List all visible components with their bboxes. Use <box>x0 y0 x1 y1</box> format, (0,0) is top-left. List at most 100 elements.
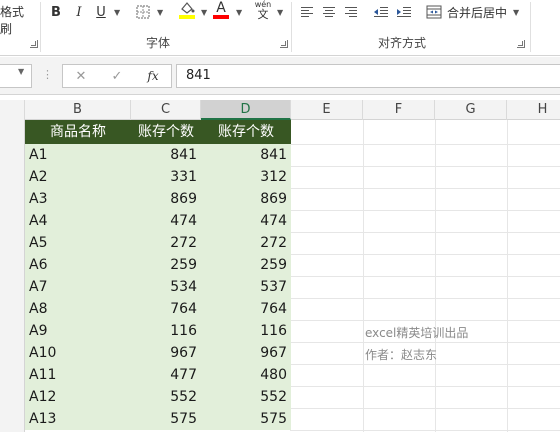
product-name-cell[interactable]: A11 <box>25 364 131 386</box>
product-name-cell[interactable]: A9 <box>25 320 131 342</box>
product-name-cell[interactable]: A2 <box>25 166 131 188</box>
borders-dropdown-icon[interactable]: ▼ <box>157 8 163 17</box>
product-name-cell[interactable]: A10 <box>25 342 131 364</box>
ribbon-separator <box>530 2 531 52</box>
product-name-cell[interactable]: A12 <box>25 386 131 408</box>
italic-button[interactable]: I <box>70 2 88 22</box>
product-name-cell[interactable]: A7 <box>25 276 131 298</box>
cancel-entry-button[interactable]: ✕ <box>63 69 99 84</box>
column-header-row: B C D E F G H <box>0 100 560 120</box>
stock-count-c-cell[interactable]: 764 <box>131 298 201 320</box>
stock-count-c-cell[interactable]: 116 <box>131 320 201 342</box>
stock-count-c-cell[interactable]: 259 <box>131 254 201 276</box>
dialog-launcher-alignment-icon[interactable] <box>517 40 525 48</box>
phonetic-dropdown-icon[interactable]: ▼ <box>277 8 283 17</box>
stock-count-d-cell[interactable]: 116 <box>201 320 291 342</box>
gridline <box>290 320 560 321</box>
stock-count-c-cell[interactable]: 967 <box>131 342 201 364</box>
gridline <box>290 276 560 277</box>
stock-count-d-cell[interactable]: 575 <box>201 408 291 430</box>
stock-count-c-cell[interactable]: 477 <box>131 364 201 386</box>
gridline <box>290 386 560 387</box>
table-header-cell[interactable]: 账存个数 <box>131 120 201 144</box>
product-name-cell[interactable]: A13 <box>25 408 131 430</box>
confirm-entry-button[interactable]: ✓ <box>99 69 135 84</box>
increase-indent-icon[interactable] <box>394 2 414 22</box>
gridline <box>290 144 560 145</box>
stock-count-d-cell[interactable]: 869 <box>201 188 291 210</box>
stock-count-d-cell[interactable]: 764 <box>201 298 291 320</box>
stock-count-d-cell[interactable]: 312 <box>201 166 291 188</box>
product-name-cell[interactable]: A6 <box>25 254 131 276</box>
fill-color-dropdown-icon[interactable]: ▼ <box>201 8 207 17</box>
gridline <box>290 298 560 299</box>
stock-count-d-cell[interactable]: 474 <box>201 210 291 232</box>
merge-center-button[interactable]: 合并后居中 <box>446 2 508 22</box>
align-right-icon[interactable] <box>342 2 360 22</box>
stock-count-c-cell[interactable]: 841 <box>131 144 201 166</box>
gridline <box>290 210 560 211</box>
product-name-cell[interactable]: A3 <box>25 188 131 210</box>
table-header-cell[interactable]: 商品名称 <box>25 120 131 144</box>
align-center-icon[interactable] <box>320 2 338 22</box>
row-header-strip[interactable] <box>0 120 25 432</box>
formula-input[interactable]: 841 <box>176 64 560 88</box>
select-all-corner[interactable] <box>0 100 25 120</box>
font-color-dropdown-icon[interactable]: ▼ <box>236 8 242 17</box>
product-name-cell[interactable]: A1 <box>25 144 131 166</box>
gridline <box>290 188 560 189</box>
phonetic-glyph: 文 <box>257 8 269 21</box>
stock-count-c-cell[interactable]: 474 <box>131 210 201 232</box>
stock-count-c-cell[interactable]: 331 <box>131 166 201 188</box>
format-painter-label[interactable]: 格式刷 <box>0 5 32 36</box>
column-header-h[interactable]: H <box>507 100 560 120</box>
table-header-cell[interactable]: 账存个数 <box>201 120 291 144</box>
font-color-glyph: A <box>216 0 226 16</box>
dialog-launcher-font-clipboard-icon[interactable] <box>30 40 38 48</box>
dialog-launcher-font-icon[interactable] <box>280 40 288 48</box>
merge-center-icon[interactable] <box>424 2 444 22</box>
name-box-dropdown-icon[interactable]: ▼ <box>18 67 24 76</box>
column-header-b[interactable]: B <box>25 100 131 120</box>
stock-count-c-cell[interactable]: 552 <box>131 386 201 408</box>
stock-count-d-cell[interactable]: 967 <box>201 342 291 364</box>
phonetic-guide-button[interactable]: wén 文 <box>252 0 274 20</box>
name-box[interactable] <box>0 64 32 88</box>
formula-buttons: ✕ ✓ fx <box>62 64 172 88</box>
insert-function-button[interactable]: fx <box>135 69 171 83</box>
stock-count-d-cell[interactable]: 537 <box>201 276 291 298</box>
stock-count-c-cell[interactable]: 869 <box>131 188 201 210</box>
column-header-c[interactable]: C <box>131 100 201 120</box>
product-name-cell[interactable]: A4 <box>25 210 131 232</box>
stock-count-d-cell[interactable]: 841 <box>201 144 291 166</box>
decrease-indent-icon[interactable] <box>371 2 391 22</box>
stock-count-d-cell[interactable]: 480 <box>201 364 291 386</box>
bold-button[interactable]: B <box>47 2 65 22</box>
product-name-cell[interactable]: A8 <box>25 298 131 320</box>
credit-line-2: 作者：赵志东 <box>365 348 438 362</box>
underline-button[interactable]: U <box>92 2 110 22</box>
column-header-g[interactable]: G <box>435 100 507 120</box>
ribbon-separator <box>40 2 41 52</box>
product-name-cell[interactable]: A5 <box>25 232 131 254</box>
formula-bar-grip-icon[interactable]: ⋮ <box>42 68 53 81</box>
column-header-d[interactable]: D <box>201 100 291 120</box>
borders-icon[interactable] <box>134 2 152 22</box>
stock-count-d-cell[interactable]: 272 <box>201 232 291 254</box>
underline-dropdown-icon[interactable]: ▼ <box>114 8 120 17</box>
stock-count-d-cell[interactable]: 259 <box>201 254 291 276</box>
font-color-button[interactable]: A <box>211 0 231 20</box>
gridline <box>290 166 560 167</box>
gridline <box>290 364 560 365</box>
stock-count-d-cell[interactable]: 552 <box>201 386 291 408</box>
stock-count-c-cell[interactable]: 534 <box>131 276 201 298</box>
stock-count-c-cell[interactable]: 272 <box>131 232 201 254</box>
column-header-e[interactable]: E <box>291 100 363 120</box>
fill-color-icon[interactable] <box>176 0 198 20</box>
fill-color-swatch <box>179 15 195 19</box>
merge-center-dropdown-icon[interactable]: ▼ <box>513 8 519 17</box>
align-left-icon[interactable] <box>298 2 316 22</box>
column-header-f[interactable]: F <box>363 100 435 120</box>
gridline <box>290 254 560 255</box>
stock-count-c-cell[interactable]: 575 <box>131 408 201 430</box>
